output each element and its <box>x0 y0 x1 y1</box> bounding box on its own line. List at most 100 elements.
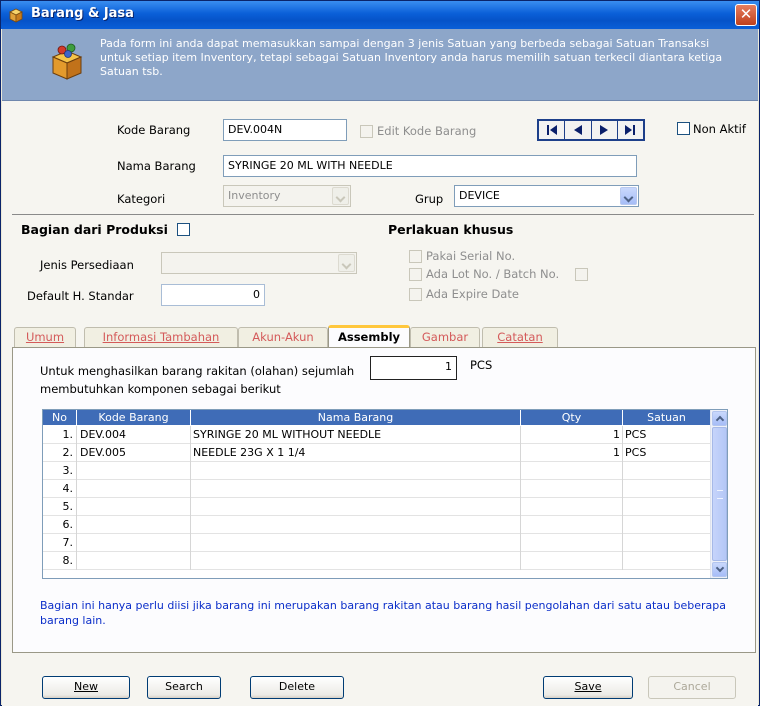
cell-qty[interactable] <box>521 498 623 516</box>
cell-nama[interactable] <box>191 498 521 516</box>
tab-umum[interactable]: Umum <box>14 327 76 347</box>
scroll-thumb[interactable] <box>712 427 727 561</box>
cell-kode[interactable] <box>77 462 191 480</box>
cell-kode[interactable]: DEV.004 <box>77 426 191 444</box>
cell-nama[interactable]: SYRINGE 20 ML WITHOUT NEEDLE <box>191 426 521 444</box>
cell-satuan[interactable]: PCS <box>623 426 711 444</box>
table-row[interactable]: 8. <box>43 552 711 570</box>
cell-qty[interactable] <box>521 480 623 498</box>
chevron-down-icon[interactable] <box>332 187 349 205</box>
window-title: Barang & Jasa <box>31 6 134 21</box>
table-row[interactable]: 1. DEV.004 SYRINGE 20 ML WITHOUT NEEDLE … <box>43 426 711 444</box>
expire-label: Ada Expire Date <box>426 287 519 301</box>
tab-informasi-tambahan[interactable]: Informasi Tambahan <box>84 327 238 347</box>
cell-satuan[interactable] <box>623 498 711 516</box>
prev-icon <box>573 125 582 135</box>
assembly-qty-field[interactable]: 1 <box>370 356 457 380</box>
form-panel: Kode Barang DEV.004N Edit Kode Barang No… <box>2 101 758 666</box>
lot-label: Ada Lot No. / Batch No. <box>426 267 560 281</box>
kategori-select[interactable]: Inventory <box>223 185 351 207</box>
column-header-satuan: Satuan <box>623 410 711 425</box>
kode-barang-field[interactable]: DEV.004N <box>223 119 347 141</box>
produksi-checkbox[interactable] <box>177 223 190 236</box>
tab-akun-akun[interactable]: Akun-Akun <box>238 327 328 347</box>
search-button[interactable]: Search <box>147 676 221 699</box>
column-header-kode: Kode Barang <box>77 410 191 425</box>
default-harga-label: Default H. Standar <box>27 289 134 303</box>
column-header-qty: Qty <box>521 410 623 425</box>
nama-barang-label: Nama Barang <box>117 159 196 173</box>
cell-satuan[interactable] <box>623 534 711 552</box>
close-button[interactable]: ✕ <box>735 4 757 26</box>
cell-nama[interactable] <box>191 516 521 534</box>
table-row[interactable]: 6. <box>43 516 711 534</box>
jenis-persediaan-select[interactable] <box>161 252 357 274</box>
nama-barang-field[interactable]: SYRINGE 20 ML WITH NEEDLE <box>223 155 637 177</box>
lot-extra-checkbox[interactable] <box>575 268 588 281</box>
cell-satuan[interactable] <box>623 462 711 480</box>
vertical-scrollbar[interactable] <box>710 410 727 578</box>
cell-qty[interactable] <box>521 552 623 570</box>
tab-gambar[interactable]: Gambar <box>410 327 480 347</box>
table-row[interactable]: 3. <box>43 462 711 480</box>
button-bar: New Search Delete Save Cancel <box>2 666 758 706</box>
delete-button[interactable]: Delete <box>250 676 344 699</box>
chevron-down-icon[interactable] <box>338 254 355 272</box>
cell-nama[interactable] <box>191 552 521 570</box>
cell-nama[interactable] <box>191 534 521 552</box>
cell-satuan[interactable]: PCS <box>623 444 711 462</box>
next-record-button[interactable] <box>591 121 618 139</box>
produksi-title: Bagian dari Produksi <box>21 222 168 237</box>
serial-checkbox[interactable] <box>409 250 422 263</box>
grup-value: DEVICE <box>459 189 500 202</box>
grup-select[interactable]: DEVICE <box>454 185 639 207</box>
first-record-button[interactable] <box>539 121 566 139</box>
kategori-value: Inventory <box>228 189 281 202</box>
divider <box>12 214 754 215</box>
new-button[interactable]: New <box>42 676 130 699</box>
tab-assembly[interactable]: Assembly <box>328 325 410 348</box>
table-row[interactable]: 2. DEV.005 NEEDLE 23G X 1 1/4 1 PCS <box>43 444 711 462</box>
expire-checkbox[interactable] <box>409 288 422 301</box>
cell-qty[interactable]: 1 <box>521 444 623 462</box>
cell-kode[interactable] <box>77 552 191 570</box>
cell-nama[interactable] <box>191 480 521 498</box>
edit-kode-checkbox[interactable] <box>360 125 373 138</box>
cell-satuan[interactable] <box>623 552 711 570</box>
cancel-button: Cancel <box>648 676 736 699</box>
scroll-up-icon[interactable] <box>712 411 727 426</box>
assembly-note: Bagian ini hanya perlu diisi jika barang… <box>40 599 726 627</box>
table-row[interactable]: 4. <box>43 480 711 498</box>
kategori-label: Kategori <box>117 192 166 206</box>
default-harga-field[interactable]: 0 <box>161 284 265 306</box>
cell-qty[interactable]: 1 <box>521 426 623 444</box>
tab-catatan[interactable]: Catatan <box>482 327 558 347</box>
cell-nama[interactable] <box>191 462 521 480</box>
non-aktif-checkbox[interactable] <box>677 122 690 135</box>
scroll-down-icon[interactable] <box>712 562 727 577</box>
cell-satuan[interactable] <box>623 516 711 534</box>
cell-kode[interactable] <box>77 480 191 498</box>
title-bar[interactable]: Barang & Jasa ✕ <box>1 1 759 29</box>
table-header: No Kode Barang Nama Barang Qty Satuan <box>43 410 711 425</box>
cell-qty[interactable] <box>521 516 623 534</box>
cell-kode[interactable]: DEV.005 <box>77 444 191 462</box>
chevron-down-icon[interactable] <box>620 187 637 205</box>
cell-no: 7. <box>43 534 77 552</box>
cell-qty[interactable] <box>521 462 623 480</box>
cell-kode[interactable] <box>77 534 191 552</box>
save-button[interactable]: Save <box>543 676 633 699</box>
last-record-button[interactable] <box>617 121 643 139</box>
cell-nama[interactable]: NEEDLE 23G X 1 1/4 <box>191 444 521 462</box>
lot-checkbox[interactable] <box>409 268 422 281</box>
cell-qty[interactable] <box>521 534 623 552</box>
table-row[interactable]: 5. <box>43 498 711 516</box>
cell-kode[interactable] <box>77 516 191 534</box>
table-row[interactable]: 7. <box>43 534 711 552</box>
last-icon <box>625 125 636 135</box>
cell-satuan[interactable] <box>623 480 711 498</box>
prev-record-button[interactable] <box>565 121 592 139</box>
cell-kode[interactable] <box>77 498 191 516</box>
cell-no: 6. <box>43 516 77 534</box>
serial-label: Pakai Serial No. <box>426 249 516 263</box>
